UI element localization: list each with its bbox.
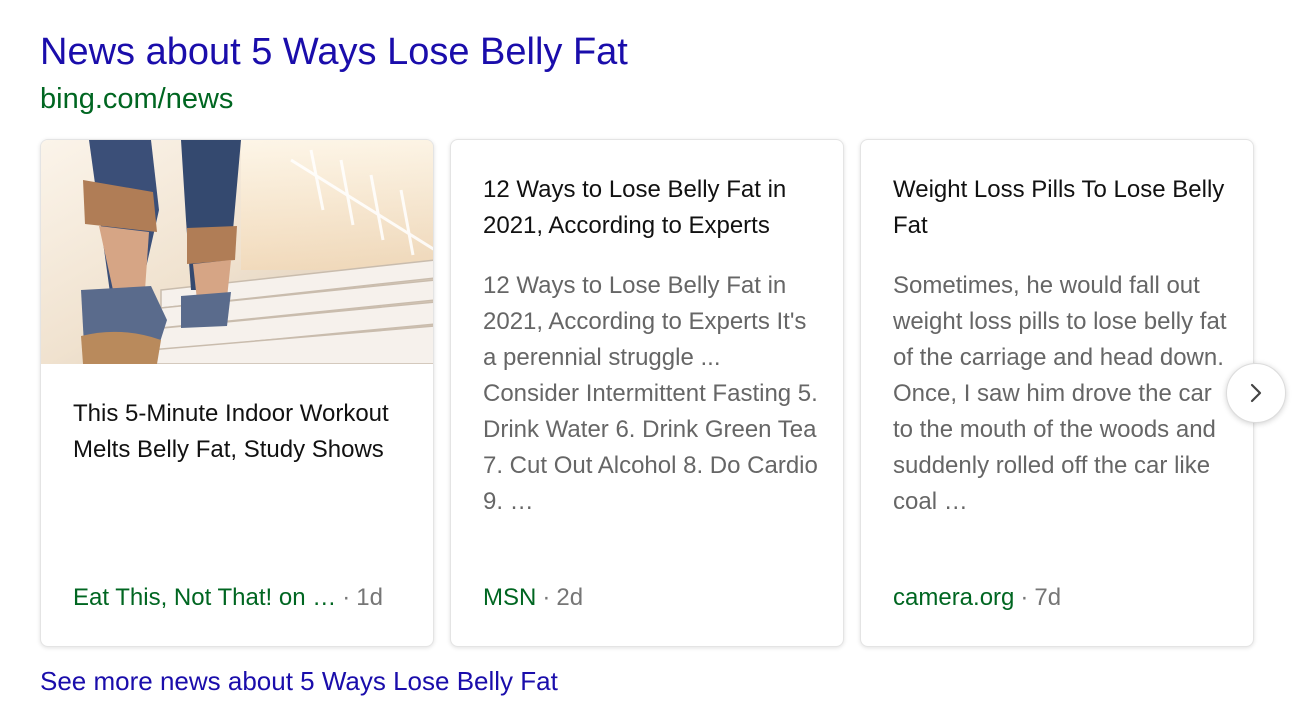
news-carousel-module: News about 5 Ways Lose Belly Fat bing.co… bbox=[0, 0, 1296, 714]
news-card-meta: Eat This, Not That! on … · 1d bbox=[73, 580, 383, 616]
news-card[interactable]: Weight Loss Pills To Lose Belly Fat Some… bbox=[860, 139, 1254, 647]
chevron-right-icon bbox=[1250, 383, 1262, 403]
news-card-meta: MSN · 2d bbox=[483, 580, 583, 616]
see-more-news-link[interactable]: See more news about 5 Ways Lose Belly Fa… bbox=[40, 664, 558, 698]
meta-separator: · bbox=[342, 584, 351, 611]
news-provider: camera.org bbox=[893, 584, 1015, 611]
news-age: 1d bbox=[356, 584, 383, 611]
news-age: 2d bbox=[556, 584, 584, 611]
news-heading-link[interactable]: News about 5 Ways Lose Belly Fat bbox=[40, 28, 628, 76]
source-url: bing.com/news bbox=[40, 83, 234, 115]
news-card-snippet: Sometimes, he would fall out weight loss… bbox=[893, 272, 1227, 515]
news-card[interactable]: 12 Ways to Lose Belly Fat in 2021, Accor… bbox=[450, 139, 844, 647]
news-provider: MSN bbox=[483, 584, 537, 611]
news-card[interactable]: This 5-Minute Indoor Workout Melts Belly… bbox=[40, 139, 434, 647]
news-age: 7d bbox=[1034, 584, 1062, 611]
news-card-title[interactable]: 12 Ways to Lose Belly Fat in 2021, Accor… bbox=[483, 172, 823, 244]
meta-separator: · bbox=[1020, 584, 1029, 611]
news-card-title[interactable]: This 5-Minute Indoor Workout Melts Belly… bbox=[73, 396, 413, 468]
meta-separator: · bbox=[542, 584, 551, 611]
news-card-snippet: 12 Ways to Lose Belly Fat in 2021, Accor… bbox=[483, 272, 818, 515]
carousel-next-button[interactable] bbox=[1226, 363, 1286, 423]
news-card-meta: camera.org · 7d bbox=[893, 580, 1061, 616]
news-provider: Eat This, Not That! on … bbox=[73, 584, 337, 611]
news-card-title[interactable]: Weight Loss Pills To Lose Belly Fat bbox=[893, 172, 1233, 244]
news-thumbnail-image[interactable] bbox=[41, 140, 433, 364]
